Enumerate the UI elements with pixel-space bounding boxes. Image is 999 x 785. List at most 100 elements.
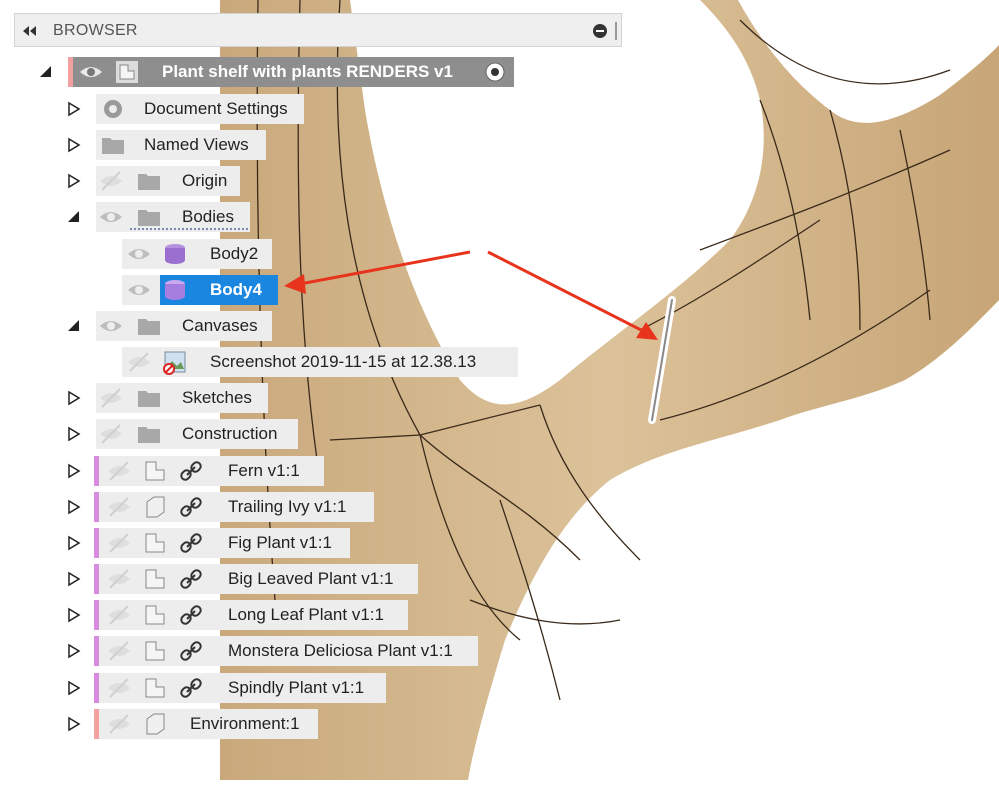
collapse-triangle-icon[interactable]: [66, 535, 82, 551]
browser-header: BROWSER: [14, 13, 622, 47]
tree-node-canvases[interactable]: Canvases: [66, 311, 276, 341]
eye-icon[interactable]: [126, 277, 152, 303]
link-icon: [180, 569, 202, 589]
tree-node-environment[interactable]: Environment:1: [66, 709, 346, 739]
collapse-triangle-icon[interactable]: [66, 499, 82, 515]
collapse-triangle-icon[interactable]: [66, 101, 82, 117]
tree-node-monstera[interactable]: Monstera Deliciosa Plant v1:1: [66, 636, 486, 666]
component-icon: [145, 533, 165, 553]
tree-node-fern[interactable]: Fern v1:1: [66, 456, 326, 486]
gear-icon: [104, 100, 122, 118]
node-label: Big Leaved Plant v1:1: [228, 569, 394, 588]
node-label: Spindly Plant v1:1: [228, 678, 365, 697]
node-label: Canvases: [182, 316, 258, 335]
node-label: Fern v1:1: [228, 461, 300, 480]
tree-node-root[interactable]: Plant shelf with plants RENDERS v1: [36, 57, 516, 87]
link-icon: [180, 497, 202, 517]
eye-hidden-icon[interactable]: [106, 458, 132, 484]
expand-triangle-icon[interactable]: [66, 318, 82, 334]
eye-hidden-icon[interactable]: [106, 711, 132, 737]
node-label: Monstera Deliciosa Plant v1:1: [228, 641, 453, 660]
node-label: Named Views: [144, 135, 249, 154]
eye-icon[interactable]: [98, 313, 124, 339]
tree-node-trailing-ivy[interactable]: Trailing Ivy v1:1: [66, 492, 386, 522]
node-label: Bodies: [182, 207, 234, 226]
link-icon: [180, 533, 202, 553]
root-label: Plant shelf with plants RENDERS v1: [162, 62, 453, 81]
tree-node-named-views[interactable]: Named Views: [66, 130, 266, 160]
eye-hidden-icon[interactable]: [106, 494, 132, 520]
component-icon: [145, 641, 165, 661]
eye-icon[interactable]: [98, 204, 124, 230]
component-icon: [145, 605, 165, 625]
node-label: Construction: [182, 424, 278, 443]
eye-hidden-icon[interactable]: [106, 566, 132, 592]
collapse-triangle-icon[interactable]: [66, 137, 82, 153]
body-icon: [165, 280, 185, 300]
collapse-triangle-icon[interactable]: [66, 390, 82, 406]
folder-icon: [102, 138, 124, 154]
node-label: Environment:1: [190, 714, 300, 733]
tree-node-screenshot[interactable]: Screenshot 2019-11-15 at 12.38.13: [122, 347, 522, 377]
tree-node-spindly-plant[interactable]: Spindly Plant v1:1: [66, 673, 406, 703]
folder-icon: [138, 427, 160, 443]
node-label: Screenshot 2019-11-15 at 12.38.13: [210, 352, 477, 371]
tree-node-body4[interactable]: Body4: [122, 275, 282, 305]
node-label: Body4: [210, 280, 262, 299]
minimize-icon[interactable]: [593, 24, 607, 38]
collapse-triangle-icon[interactable]: [66, 463, 82, 479]
collapse-triangle-icon[interactable]: [66, 607, 82, 623]
eye-hidden-icon[interactable]: [98, 168, 124, 194]
tree-node-body2[interactable]: Body2: [122, 239, 282, 269]
tree-node-big-leaved-plant[interactable]: Big Leaved Plant v1:1: [66, 564, 426, 594]
browser-title: BROWSER: [53, 22, 138, 39]
panel-resize-grip[interactable]: [615, 22, 617, 40]
canvas-image-icon: [163, 351, 186, 375]
collapse-triangle-icon[interactable]: [66, 571, 82, 587]
box-icon: [146, 496, 165, 518]
eye-hidden-icon[interactable]: [106, 638, 132, 664]
activate-radio-icon[interactable]: [484, 61, 506, 83]
collapse-triangle-icon[interactable]: [66, 173, 82, 189]
component-icon: [145, 569, 165, 589]
box-icon: [146, 713, 165, 735]
eye-hidden-icon[interactable]: [106, 602, 132, 628]
tree-node-sketches[interactable]: Sketches: [66, 383, 276, 413]
node-label: Long Leaf Plant v1:1: [228, 605, 384, 624]
tree-node-bodies[interactable]: Bodies: [66, 202, 266, 232]
eye-icon[interactable]: [126, 241, 152, 267]
collapse-triangle-icon[interactable]: [66, 716, 82, 732]
eye-hidden-icon[interactable]: [126, 349, 152, 375]
link-icon: [180, 605, 202, 625]
expand-triangle-icon[interactable]: [66, 209, 82, 225]
folder-icon: [138, 319, 160, 335]
node-label: Fig Plant v1:1: [228, 533, 332, 552]
collapse-triangle-icon[interactable]: [66, 680, 82, 696]
link-icon: [180, 641, 202, 661]
collapse-triangle-icon[interactable]: [66, 643, 82, 659]
collapse-panel-icon[interactable]: [21, 23, 41, 39]
tree-node-fig-plant[interactable]: Fig Plant v1:1: [66, 528, 366, 558]
body-icon: [165, 244, 185, 264]
eye-hidden-icon[interactable]: [98, 421, 124, 447]
eye-icon[interactable]: [78, 59, 104, 85]
dotted-underline: [130, 228, 248, 230]
collapse-triangle-icon[interactable]: [66, 426, 82, 442]
tree-node-long-leaf-plant[interactable]: Long Leaf Plant v1:1: [66, 600, 426, 630]
eye-hidden-icon[interactable]: [106, 530, 132, 556]
eye-hidden-icon[interactable]: [106, 675, 132, 701]
expand-triangle-icon[interactable]: [38, 64, 54, 80]
node-label: Sketches: [182, 388, 252, 407]
link-icon: [180, 461, 202, 481]
tree-node-document-settings[interactable]: Document Settings: [66, 94, 306, 124]
tree-node-origin[interactable]: Origin: [66, 166, 276, 196]
node-label: Body2: [210, 244, 259, 263]
tree-node-construction[interactable]: Construction: [66, 419, 306, 449]
component-icon: [116, 61, 138, 83]
component-icon: [145, 678, 165, 698]
eye-hidden-icon[interactable]: [98, 385, 124, 411]
node-label: Document Settings: [144, 99, 288, 118]
folder-icon: [138, 391, 160, 407]
link-icon: [180, 678, 202, 698]
folder-icon: [138, 174, 160, 190]
